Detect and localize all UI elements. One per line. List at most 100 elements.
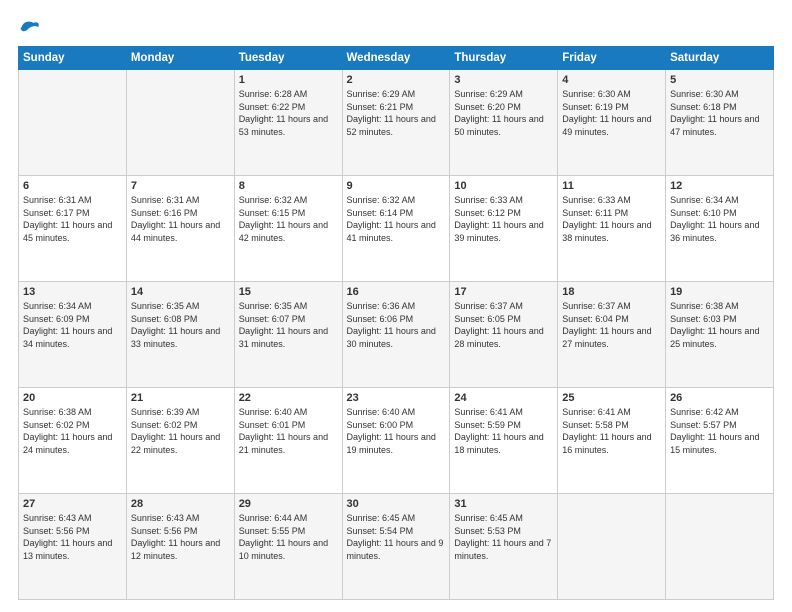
day-number: 16 bbox=[347, 286, 446, 298]
day-number: 13 bbox=[23, 286, 122, 298]
header bbox=[18, 18, 774, 36]
day-number: 10 bbox=[454, 180, 553, 192]
day-cell: 19 Sunrise: 6:38 AM Sunset: 6:03 PM Dayli… bbox=[666, 282, 774, 388]
day-cell bbox=[666, 494, 774, 600]
week-row-5: 27 Sunrise: 6:43 AM Sunset: 5:56 PM Dayli… bbox=[19, 494, 774, 600]
day-info: Sunrise: 6:38 AM Sunset: 6:02 PM Dayligh… bbox=[23, 406, 122, 456]
day-info: Sunrise: 6:42 AM Sunset: 5:57 PM Dayligh… bbox=[670, 406, 769, 456]
day-number: 3 bbox=[454, 74, 553, 86]
day-number: 17 bbox=[454, 286, 553, 298]
col-header-tuesday: Tuesday bbox=[234, 47, 342, 70]
day-number: 8 bbox=[239, 180, 338, 192]
day-info: Sunrise: 6:32 AM Sunset: 6:15 PM Dayligh… bbox=[239, 194, 338, 244]
day-info: Sunrise: 6:38 AM Sunset: 6:03 PM Dayligh… bbox=[670, 300, 769, 350]
day-number: 24 bbox=[454, 392, 553, 404]
day-number: 26 bbox=[670, 392, 769, 404]
day-number: 25 bbox=[562, 392, 661, 404]
day-number: 15 bbox=[239, 286, 338, 298]
day-cell: 12Sunrise: 6:34 AM Sunset: 6:10 PM Dayli… bbox=[666, 176, 774, 282]
day-info: Sunrise: 6:43 AM Sunset: 5:56 PM Dayligh… bbox=[131, 512, 230, 562]
day-number: 21 bbox=[131, 392, 230, 404]
col-header-sunday: Sunday bbox=[19, 47, 127, 70]
day-info: Sunrise: 6:36 AM Sunset: 6:06 PM Dayligh… bbox=[347, 300, 446, 350]
day-cell: 10Sunrise: 6:33 AM Sunset: 6:12 PM Dayli… bbox=[450, 176, 558, 282]
day-cell: 7Sunrise: 6:31 AM Sunset: 6:16 PM Daylig… bbox=[126, 176, 234, 282]
day-info: Sunrise: 6:34 AM Sunset: 6:10 PM Dayligh… bbox=[670, 194, 769, 244]
day-number: 14 bbox=[131, 286, 230, 298]
day-info: Sunrise: 6:39 AM Sunset: 6:02 PM Dayligh… bbox=[131, 406, 230, 456]
day-number: 22 bbox=[239, 392, 338, 404]
day-info: Sunrise: 6:37 AM Sunset: 6:04 PM Dayligh… bbox=[562, 300, 661, 350]
day-cell: 24 Sunrise: 6:41 AM Sunset: 5:59 PM Dayli… bbox=[450, 388, 558, 494]
day-cell bbox=[126, 70, 234, 176]
day-number: 19 bbox=[670, 286, 769, 298]
logo-bird-icon bbox=[20, 18, 40, 36]
day-number: 1 bbox=[239, 74, 338, 86]
day-cell: 18 Sunrise: 6:37 AM Sunset: 6:04 PM Dayli… bbox=[558, 282, 666, 388]
day-cell: 6Sunrise: 6:31 AM Sunset: 6:17 PM Daylig… bbox=[19, 176, 127, 282]
day-cell: 31Sunrise: 6:45 AM Sunset: 5:53 PM Dayli… bbox=[450, 494, 558, 600]
day-info: Sunrise: 6:32 AM Sunset: 6:14 PM Dayligh… bbox=[347, 194, 446, 244]
day-info: Sunrise: 6:33 AM Sunset: 6:11 PM Dayligh… bbox=[562, 194, 661, 244]
day-info: Sunrise: 6:31 AM Sunset: 6:16 PM Dayligh… bbox=[131, 194, 230, 244]
calendar-table: SundayMondayTuesdayWednesdayThursdayFrid… bbox=[18, 46, 774, 600]
col-header-wednesday: Wednesday bbox=[342, 47, 450, 70]
day-number: 20 bbox=[23, 392, 122, 404]
header-row: SundayMondayTuesdayWednesdayThursdayFrid… bbox=[19, 47, 774, 70]
day-cell: 4 Sunrise: 6:30 AM Sunset: 6:19 PM Daylig… bbox=[558, 70, 666, 176]
day-info: Sunrise: 6:30 AM Sunset: 6:18 PM Dayligh… bbox=[670, 88, 769, 138]
day-number: 29 bbox=[239, 498, 338, 510]
day-number: 31 bbox=[454, 498, 553, 510]
day-info: Sunrise: 6:43 AM Sunset: 5:56 PM Dayligh… bbox=[23, 512, 122, 562]
day-info: Sunrise: 6:37 AM Sunset: 6:05 PM Dayligh… bbox=[454, 300, 553, 350]
week-row-3: 13 Sunrise: 6:34 AM Sunset: 6:09 PM Dayli… bbox=[19, 282, 774, 388]
day-cell: 8 Sunrise: 6:32 AM Sunset: 6:15 PM Daylig… bbox=[234, 176, 342, 282]
day-number: 28 bbox=[131, 498, 230, 510]
day-cell: 29 Sunrise: 6:44 AM Sunset: 5:55 PM Dayli… bbox=[234, 494, 342, 600]
day-cell: 23Sunrise: 6:40 AM Sunset: 6:00 PM Dayli… bbox=[342, 388, 450, 494]
day-number: 4 bbox=[562, 74, 661, 86]
day-cell: 26 Sunrise: 6:42 AM Sunset: 5:57 PM Dayli… bbox=[666, 388, 774, 494]
col-header-saturday: Saturday bbox=[666, 47, 774, 70]
day-info: Sunrise: 6:41 AM Sunset: 5:59 PM Dayligh… bbox=[454, 406, 553, 456]
day-info: Sunrise: 6:29 AM Sunset: 6:21 PM Dayligh… bbox=[347, 88, 446, 138]
day-info: Sunrise: 6:41 AM Sunset: 5:58 PM Dayligh… bbox=[562, 406, 661, 456]
col-header-thursday: Thursday bbox=[450, 47, 558, 70]
week-row-1: 1 Sunrise: 6:28 AM Sunset: 6:22 PM Daylig… bbox=[19, 70, 774, 176]
day-info: Sunrise: 6:30 AM Sunset: 6:19 PM Dayligh… bbox=[562, 88, 661, 138]
day-cell: 20 Sunrise: 6:38 AM Sunset: 6:02 PM Dayli… bbox=[19, 388, 127, 494]
day-info: Sunrise: 6:44 AM Sunset: 5:55 PM Dayligh… bbox=[239, 512, 338, 562]
day-cell: 17 Sunrise: 6:37 AM Sunset: 6:05 PM Dayli… bbox=[450, 282, 558, 388]
col-header-monday: Monday bbox=[126, 47, 234, 70]
day-number: 9 bbox=[347, 180, 446, 192]
day-cell: 11 Sunrise: 6:33 AM Sunset: 6:11 PM Dayli… bbox=[558, 176, 666, 282]
day-cell: 14 Sunrise: 6:35 AM Sunset: 6:08 PM Dayli… bbox=[126, 282, 234, 388]
day-number: 30 bbox=[347, 498, 446, 510]
day-info: Sunrise: 6:35 AM Sunset: 6:08 PM Dayligh… bbox=[131, 300, 230, 350]
day-info: Sunrise: 6:34 AM Sunset: 6:09 PM Dayligh… bbox=[23, 300, 122, 350]
day-cell: 28 Sunrise: 6:43 AM Sunset: 5:56 PM Dayli… bbox=[126, 494, 234, 600]
day-cell: 21 Sunrise: 6:39 AM Sunset: 6:02 PM Dayli… bbox=[126, 388, 234, 494]
day-cell: 25 Sunrise: 6:41 AM Sunset: 5:58 PM Dayli… bbox=[558, 388, 666, 494]
day-info: Sunrise: 6:28 AM Sunset: 6:22 PM Dayligh… bbox=[239, 88, 338, 138]
day-number: 11 bbox=[562, 180, 661, 192]
day-info: Sunrise: 6:45 AM Sunset: 5:54 PM Dayligh… bbox=[347, 512, 446, 562]
day-cell: 22 Sunrise: 6:40 AM Sunset: 6:01 PM Dayli… bbox=[234, 388, 342, 494]
day-cell: 16 Sunrise: 6:36 AM Sunset: 6:06 PM Dayli… bbox=[342, 282, 450, 388]
day-cell: 3Sunrise: 6:29 AM Sunset: 6:20 PM Daylig… bbox=[450, 70, 558, 176]
page: SundayMondayTuesdayWednesdayThursdayFrid… bbox=[0, 0, 792, 612]
day-cell: 5Sunrise: 6:30 AM Sunset: 6:18 PM Daylig… bbox=[666, 70, 774, 176]
day-cell: 15Sunrise: 6:35 AM Sunset: 6:07 PM Dayli… bbox=[234, 282, 342, 388]
day-cell: 2 Sunrise: 6:29 AM Sunset: 6:21 PM Daylig… bbox=[342, 70, 450, 176]
day-cell: 13 Sunrise: 6:34 AM Sunset: 6:09 PM Dayli… bbox=[19, 282, 127, 388]
logo bbox=[18, 18, 40, 36]
day-info: Sunrise: 6:31 AM Sunset: 6:17 PM Dayligh… bbox=[23, 194, 122, 244]
day-number: 23 bbox=[347, 392, 446, 404]
day-info: Sunrise: 6:40 AM Sunset: 6:01 PM Dayligh… bbox=[239, 406, 338, 456]
day-number: 18 bbox=[562, 286, 661, 298]
day-cell bbox=[19, 70, 127, 176]
day-number: 2 bbox=[347, 74, 446, 86]
day-number: 27 bbox=[23, 498, 122, 510]
day-cell: 9 Sunrise: 6:32 AM Sunset: 6:14 PM Daylig… bbox=[342, 176, 450, 282]
day-cell: 1 Sunrise: 6:28 AM Sunset: 6:22 PM Daylig… bbox=[234, 70, 342, 176]
